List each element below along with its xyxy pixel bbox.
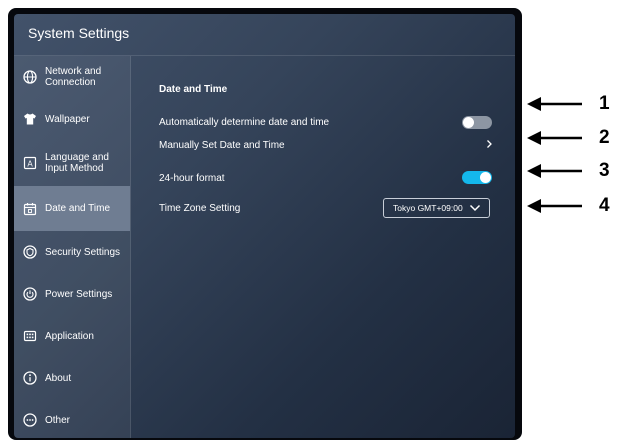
arrow-left-icon: [527, 199, 582, 213]
callout-number: 2: [599, 127, 610, 148]
sidebar-item-label: Language and Input Method: [45, 152, 109, 174]
auto-date-time-toggle[interactable]: [462, 116, 492, 129]
chevron-right-icon[interactable]: [484, 139, 494, 149]
auto-date-time-label: Automatically determine date and time: [159, 117, 330, 128]
callout-number: 4: [599, 195, 610, 216]
hour-format-label: 24-hour format: [159, 173, 225, 184]
time-zone-label: Time Zone Setting: [159, 203, 241, 214]
sidebar-item-power[interactable]: Power Settings: [14, 273, 130, 315]
power-icon: [23, 287, 37, 301]
settings-window: System Settings Network and Connection W…: [14, 14, 515, 438]
sidebar-item-about[interactable]: About: [14, 357, 130, 399]
sidebar-item-other[interactable]: Other: [14, 399, 130, 438]
arrow-left-icon: [527, 97, 582, 111]
time-zone-value: Tokyo GMT+09:00: [393, 203, 463, 213]
sidebar-item-label: Date and Time: [45, 203, 111, 214]
arrow-left-icon: [527, 131, 582, 145]
sidebar-item-application[interactable]: Application: [14, 315, 130, 357]
sidebar-item-date-time[interactable]: Date and Time: [14, 186, 130, 231]
sidebar-item-label: Power Settings: [45, 288, 113, 300]
sidebar-item-label: Wallpaper: [45, 113, 90, 125]
sidebar-item-label: About: [45, 372, 72, 384]
sidebar-item-label: Application: [45, 330, 94, 342]
toggle-knob: [480, 172, 491, 183]
shield-icon: [23, 245, 37, 259]
keyboard-a-icon: A: [23, 156, 37, 170]
ellipsis-icon: [23, 413, 37, 427]
info-icon: [23, 371, 37, 385]
content-panel: Date and Time Automatically determine da…: [130, 56, 515, 438]
sidebar-item-language[interactable]: A Language and Input Method: [14, 140, 130, 186]
shirt-icon: [23, 112, 37, 126]
title-bar: System Settings: [14, 14, 515, 56]
sidebar-item-label: Security Settings: [45, 246, 121, 258]
globe-icon: [23, 70, 37, 84]
toggle-knob: [463, 117, 474, 128]
time-zone-select[interactable]: Tokyo GMT+09:00: [383, 198, 490, 218]
svg-text:A: A: [27, 159, 33, 168]
sidebar-item-network[interactable]: Network and Connection: [14, 56, 130, 98]
sidebar: Network and Connection Wallpaper A Langu…: [14, 56, 131, 438]
calendar-icon: [23, 202, 37, 216]
chevron-down-icon: [469, 204, 480, 212]
sidebar-item-security[interactable]: Security Settings: [14, 231, 130, 273]
sidebar-item-label: Network and Connection: [45, 66, 102, 88]
grid-icon: [23, 329, 37, 343]
callout-number: 3: [599, 160, 610, 181]
device-frame: System Settings Network and Connection W…: [8, 8, 522, 440]
hour-format-toggle[interactable]: [462, 171, 492, 184]
sidebar-item-wallpaper[interactable]: Wallpaper: [14, 98, 130, 140]
callout-number: 1: [599, 93, 610, 114]
window-title: System Settings: [28, 25, 130, 41]
section-title: Date and Time: [159, 84, 228, 95]
arrow-left-icon: [527, 164, 582, 178]
manual-set-date-time-row[interactable]: Manually Set Date and Time: [159, 140, 285, 151]
sidebar-item-label: Other: [45, 414, 71, 426]
